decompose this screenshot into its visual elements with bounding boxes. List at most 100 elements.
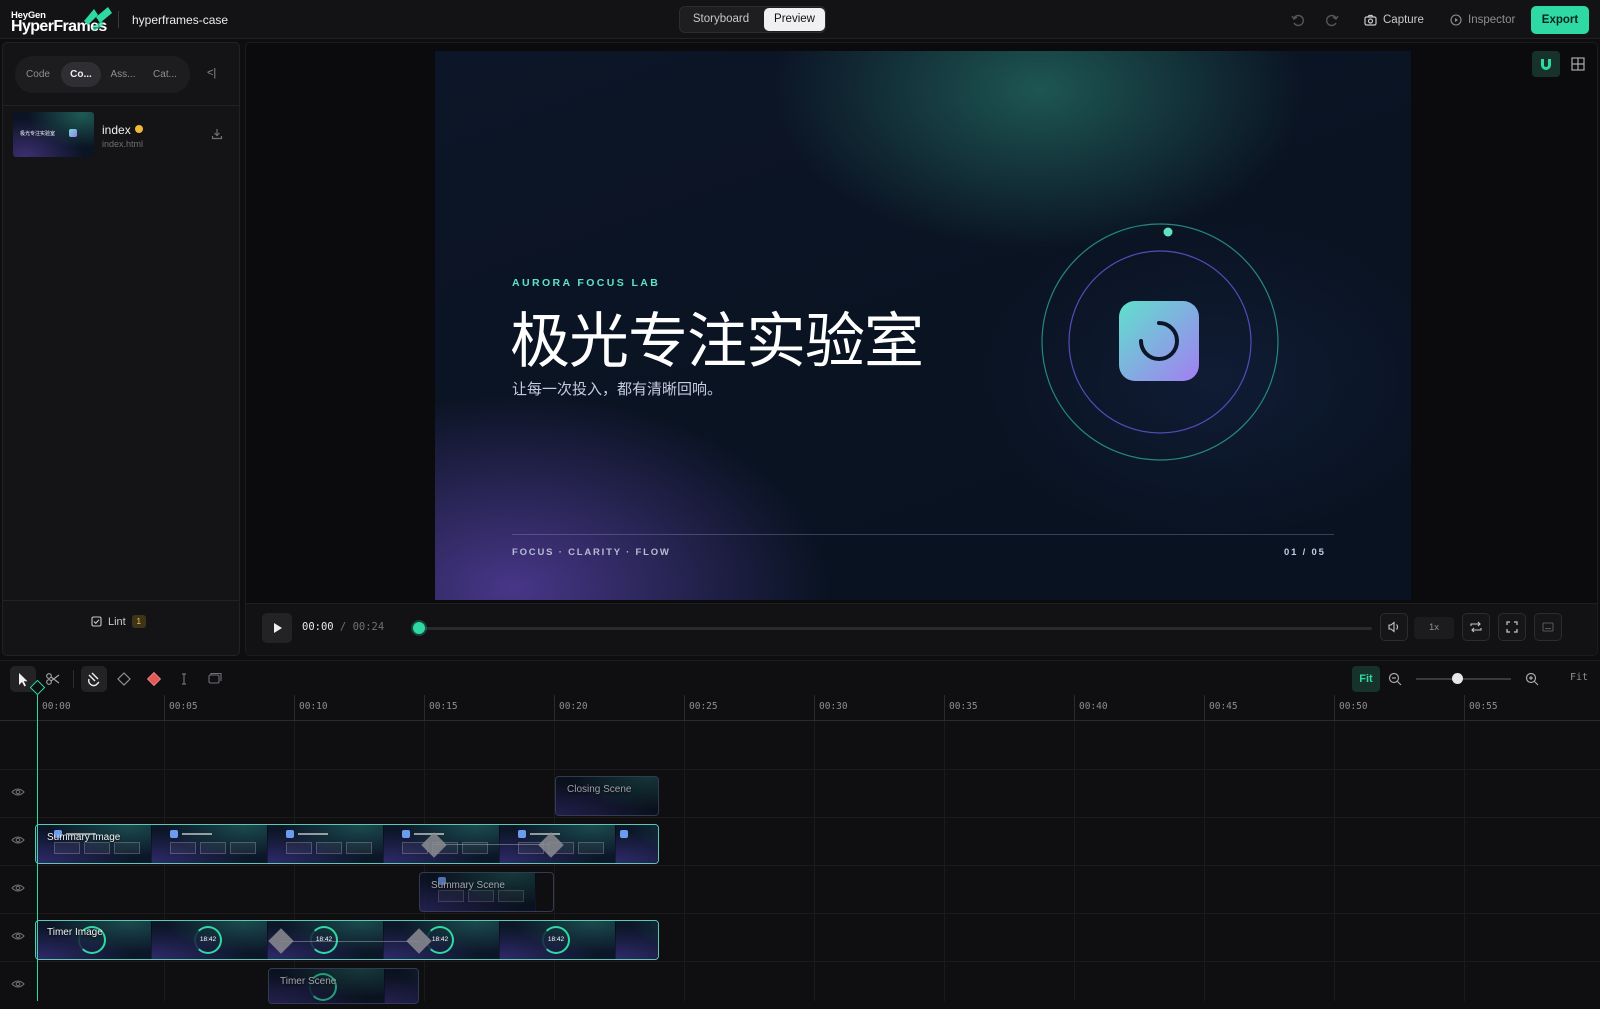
tick-label: 00:45 — [1209, 701, 1238, 712]
eye-icon[interactable] — [11, 979, 25, 989]
fullscreen-icon — [1506, 621, 1518, 633]
scrub-handle[interactable] — [413, 622, 425, 634]
lint-count-badge: 1 — [131, 615, 146, 628]
clip-frame — [616, 825, 658, 863]
frame-card — [498, 890, 524, 902]
panel-tabs: Code Co... Ass... Cat... — [15, 56, 190, 93]
clip-label: Timer Scene — [280, 976, 337, 987]
keyframe-tool-button[interactable] — [111, 666, 137, 692]
tab-storyboard[interactable]: Storyboard — [682, 8, 760, 31]
clip-summary-image[interactable]: Summary Image — [35, 824, 659, 864]
eye-icon[interactable] — [11, 835, 25, 845]
scrub-track[interactable] — [418, 627, 1372, 630]
captions-button[interactable] — [1534, 613, 1562, 641]
ruler-tick: 00:40 — [1074, 695, 1108, 721]
clip-closing-scene[interactable]: Closing Scene — [555, 776, 659, 816]
tab-code[interactable]: Code — [19, 62, 57, 87]
add-keyframe-button[interactable] — [141, 666, 167, 692]
export-button[interactable]: Export — [1531, 6, 1589, 34]
time-separator: / — [333, 621, 353, 633]
inspector-label: Inspector — [1468, 14, 1516, 26]
composition-item[interactable]: 极光专注实验室 index index.html — [13, 112, 233, 160]
timer-ring: 18:42 — [542, 926, 570, 954]
collapse-panel-icon[interactable]: <| — [207, 67, 216, 79]
left-panel: Code Co... Ass... Cat... <| 极光专注实验室 inde… — [2, 42, 240, 656]
volume-icon — [1388, 621, 1399, 633]
frame-icon — [402, 830, 410, 838]
eye-icon[interactable] — [11, 787, 25, 797]
mask-tool-button[interactable] — [201, 666, 227, 692]
divider — [3, 600, 239, 601]
transport-bar: 00:00 / 00:24 1x — [246, 603, 1597, 655]
clip-frame — [268, 825, 384, 863]
loop-button[interactable] — [1462, 613, 1490, 641]
timeline-toolbar: Fit Fit — [0, 661, 1600, 695]
tab-assets[interactable]: Ass... — [103, 62, 143, 87]
redo-icon[interactable] — [1324, 12, 1340, 28]
zoom-in-icon[interactable] — [1525, 672, 1539, 686]
snap-toggle-button[interactable] — [1532, 51, 1560, 77]
undo-icon[interactable] — [1290, 12, 1306, 28]
frame-card — [468, 890, 494, 902]
tab-preview[interactable]: Preview — [764, 8, 825, 31]
clip-frames — [556, 777, 658, 815]
clip-frames — [420, 873, 553, 911]
tick-label: 00:40 — [1079, 701, 1108, 712]
tab-catalog[interactable]: Cat... — [145, 62, 185, 87]
ruler-tick: 00:25 — [684, 695, 718, 721]
frame-card — [578, 842, 604, 854]
zoom-fit-label[interactable]: Fit — [1570, 672, 1588, 683]
time-ruler[interactable]: 00:00 00:05 00:10 00:15 00:20 00:25 00:3… — [0, 695, 1600, 721]
tick-label: 00:25 — [689, 701, 718, 712]
tick-label: 00:00 — [42, 701, 71, 712]
volume-button[interactable] — [1380, 613, 1408, 641]
text-tool-button[interactable] — [171, 666, 197, 692]
slide-kicker: AURORA FOCUS LAB — [512, 277, 661, 289]
lint-label: Lint — [108, 615, 126, 628]
clip-timer-scene[interactable]: Timer Scene — [268, 968, 419, 1004]
eye-icon[interactable] — [11, 931, 25, 941]
lint-button[interactable]: Lint 1 — [91, 615, 146, 628]
divider — [118, 11, 119, 28]
fullscreen-button[interactable] — [1498, 613, 1526, 641]
thumbnail-logo — [69, 129, 77, 137]
clip-frame: 18:42 — [500, 921, 616, 959]
playhead-line[interactable] — [37, 683, 38, 1001]
track-row: Summary Scene — [0, 865, 1600, 913]
playback-speed[interactable]: 1x — [1414, 617, 1454, 639]
slide-page-number: 01 / 05 — [1284, 547, 1326, 558]
snap-tool-button[interactable] — [81, 666, 107, 692]
eye-icon[interactable] — [11, 883, 25, 893]
composition-name: index — [102, 123, 131, 137]
frame-card — [230, 842, 256, 854]
zoom-out-icon[interactable] — [1388, 672, 1402, 686]
frame-card — [438, 890, 464, 902]
track-row: Timer Scene — [0, 961, 1600, 1009]
layers-icon — [208, 672, 222, 684]
ruler-tick: 00:20 — [554, 695, 588, 721]
frame-icon — [518, 830, 526, 838]
project-name[interactable]: hyperframes-case — [132, 13, 228, 27]
clip-frame: 18:42 — [384, 921, 500, 959]
clip-timer-image[interactable]: 18:42 18:42 18:42 18:42 Timer Image — [35, 920, 659, 960]
preview-canvas[interactable]: AURORA FOCUS LAB 极光专注实验室 让每一次投入，都有清晰回响。 … — [435, 51, 1411, 600]
grid-icon — [1571, 57, 1585, 71]
clip-summary-scene[interactable]: Summary Scene — [419, 872, 554, 912]
zoom-slider-handle[interactable] — [1452, 673, 1463, 684]
fit-timeline-button[interactable]: Fit — [1352, 666, 1380, 692]
play-icon — [274, 623, 282, 633]
capture-button[interactable]: Capture — [1364, 11, 1424, 29]
inspector-button[interactable]: Inspector — [1450, 11, 1515, 29]
download-icon[interactable] — [211, 128, 223, 140]
zoom-slider-track[interactable] — [1416, 678, 1511, 680]
composition-thumbnail: 极光专注实验室 — [13, 112, 94, 157]
clip-label: Summary Image — [47, 832, 121, 843]
grid-toggle-button[interactable] — [1564, 51, 1592, 77]
frame-card — [286, 842, 312, 854]
clip-frame — [36, 825, 152, 863]
tab-compositions[interactable]: Co... — [61, 62, 101, 87]
play-button[interactable] — [262, 613, 292, 643]
timeline-panel: Fit Fit 00:00 00:05 00:10 00:15 00:20 00… — [0, 660, 1600, 1004]
tick-label: 00:55 — [1469, 701, 1498, 712]
capture-label: Capture — [1383, 14, 1424, 26]
